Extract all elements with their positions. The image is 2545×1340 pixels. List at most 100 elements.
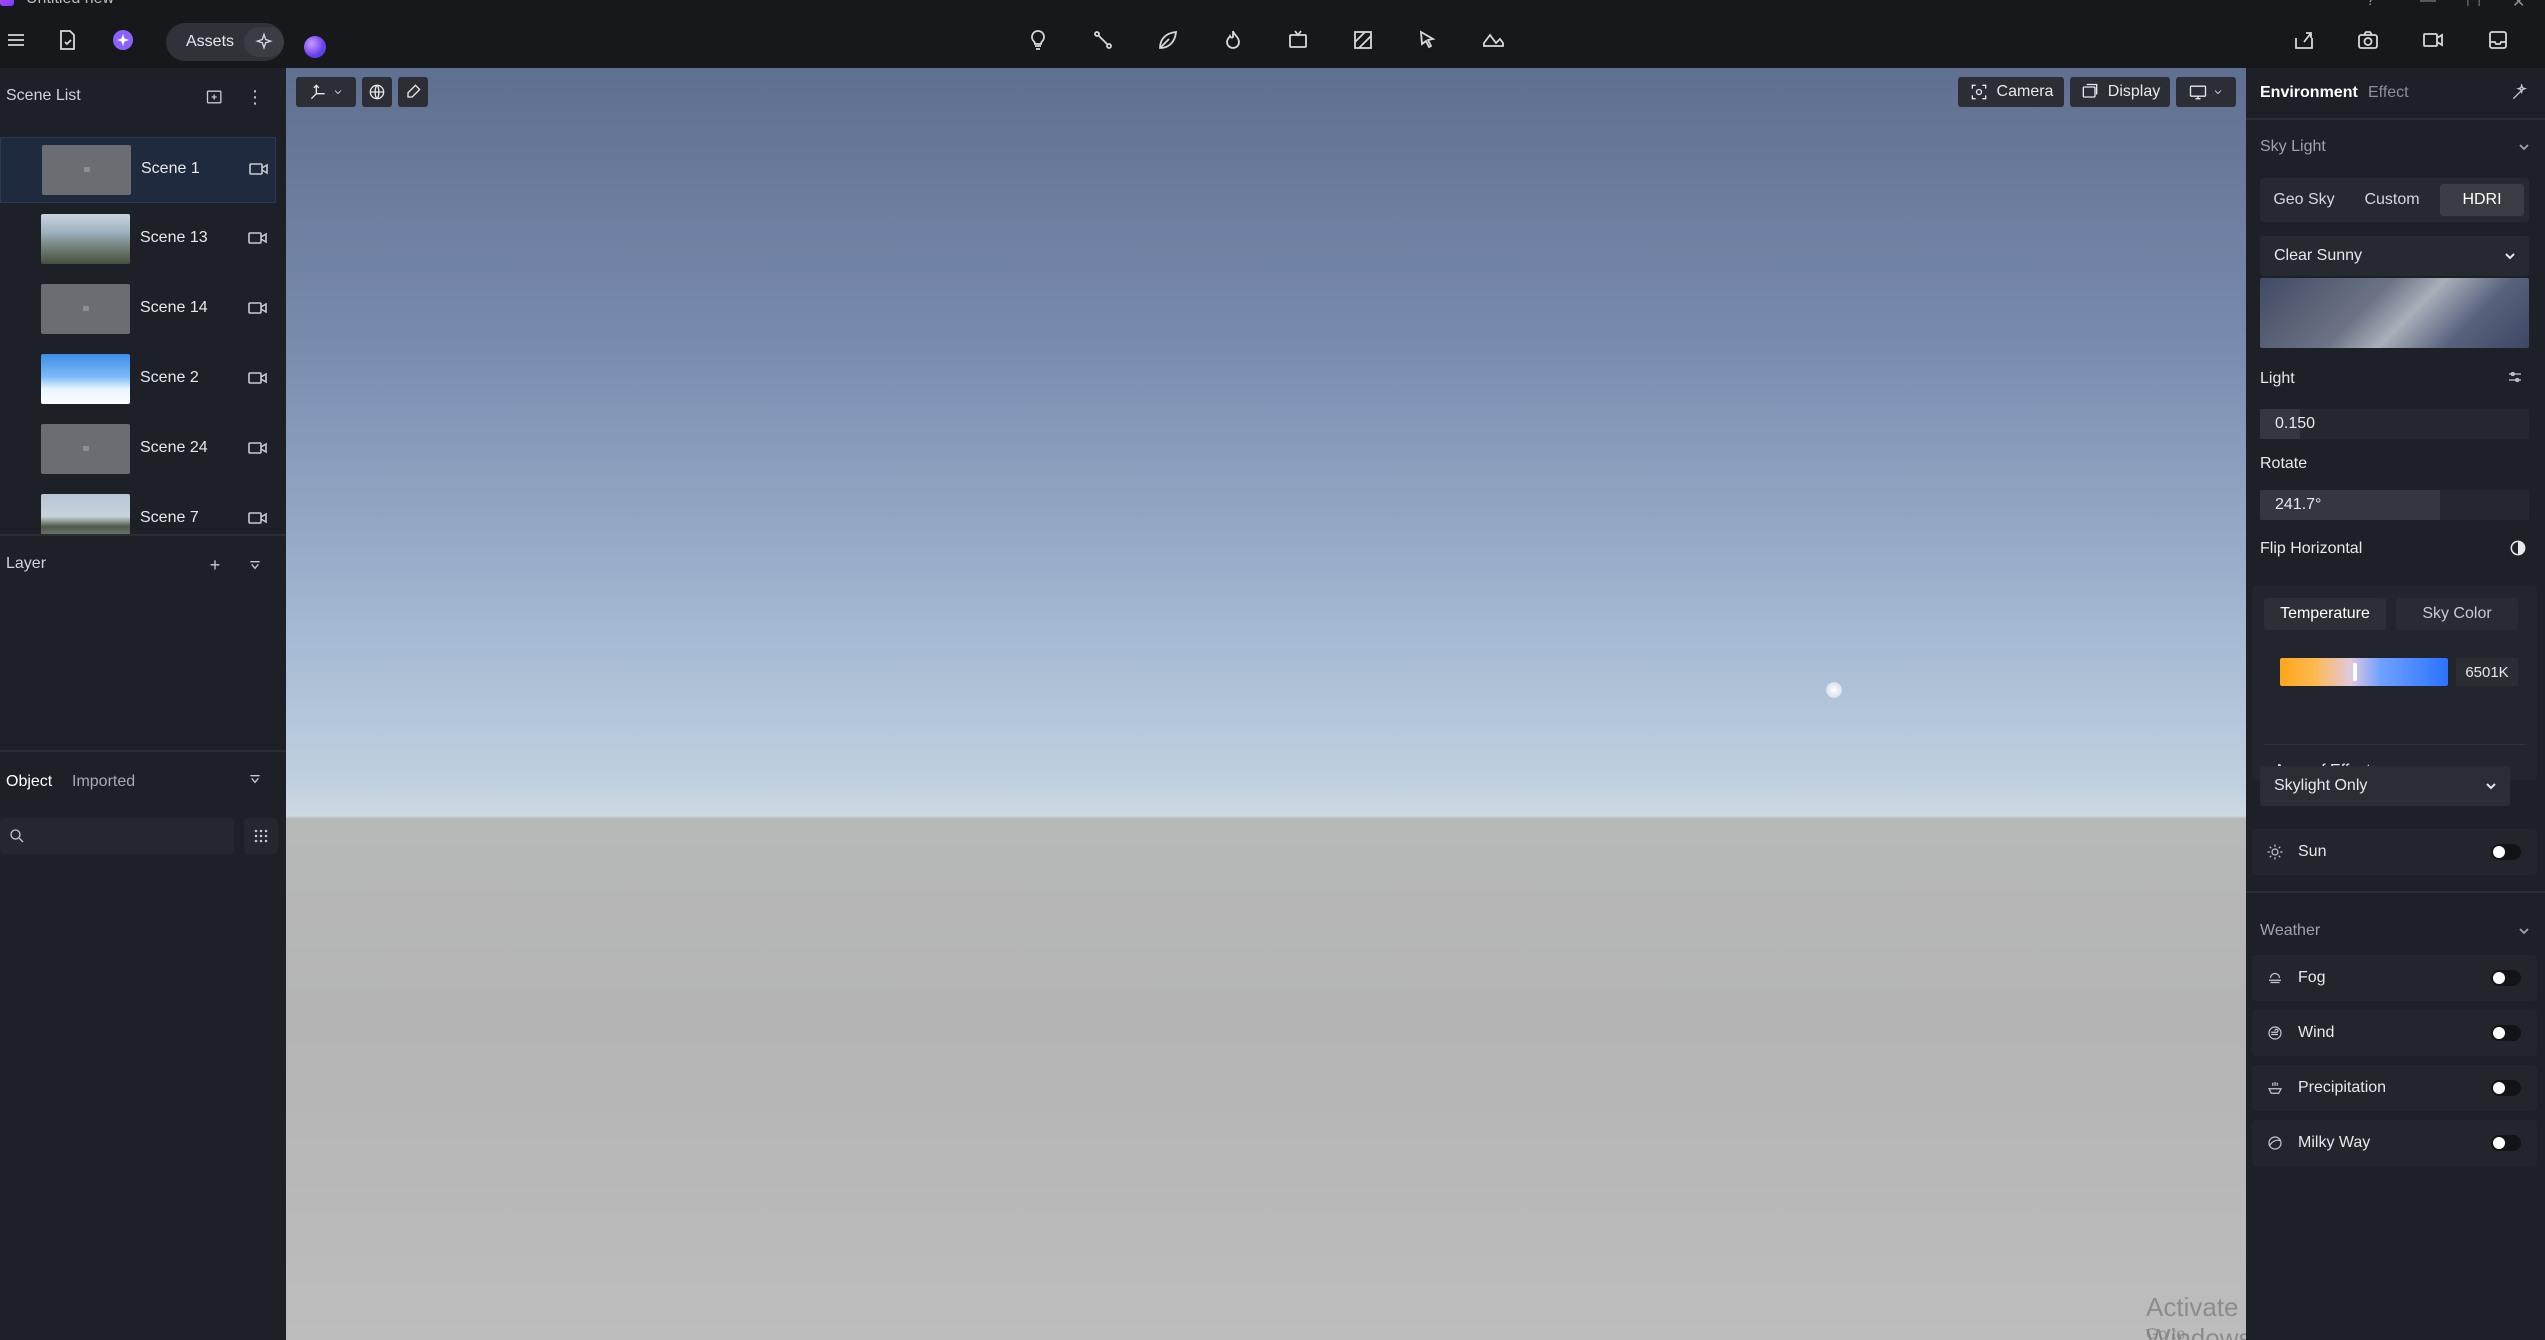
mode-hdri[interactable]: HDRI — [2440, 184, 2524, 216]
activation-watermark-subtext: Go to Settings to activate Windows. — [2146, 1326, 2186, 1340]
eyedropper-button[interactable] — [398, 77, 428, 107]
inbox-icon[interactable] — [2482, 26, 2514, 54]
select-tool-icon[interactable] — [1412, 26, 1444, 54]
assets-button[interactable]: Assets — [166, 23, 284, 61]
layer-title: Layer — [6, 555, 47, 572]
mode-geo-sky[interactable]: Geo Sky — [2264, 184, 2344, 216]
area-of-effect-select[interactable]: Skylight Only — [2260, 766, 2510, 806]
temperature-value[interactable]: 6501K — [2456, 658, 2518, 686]
sun-toggle[interactable] — [2491, 844, 2521, 860]
scene-camera-icon[interactable] — [248, 299, 268, 317]
scene-item[interactable]: Scene 1 — [0, 137, 276, 203]
ai-icon[interactable] — [107, 26, 139, 54]
scene-thumbnail — [41, 494, 130, 534]
display-button[interactable]: Display — [2070, 77, 2170, 107]
camera-button[interactable]: Camera — [1958, 77, 2064, 107]
globe-icon — [369, 84, 385, 100]
sparkle-icon[interactable] — [244, 27, 284, 57]
object-filter-icon[interactable] — [244, 768, 266, 790]
hdri-preset-select[interactable]: Clear Sunny — [2260, 236, 2529, 276]
add-layer-icon[interactable]: + — [204, 554, 226, 576]
sun-icon — [2266, 843, 2284, 861]
search-input[interactable] — [0, 818, 234, 854]
scene-item[interactable]: Scene 14 — [0, 277, 276, 343]
tab-temperature[interactable]: Temperature — [2264, 598, 2386, 630]
scene-list-header: Scene List ⋮ — [0, 76, 286, 116]
tab-effect[interactable]: Effect — [2368, 84, 2409, 102]
sun-row: Sun — [2252, 829, 2537, 875]
fire-icon[interactable] — [1217, 26, 1249, 54]
divider — [2264, 744, 2525, 745]
precipitation-row: Precipitation — [2252, 1065, 2537, 1111]
video-icon[interactable] — [2417, 26, 2449, 54]
scene-list: Scene 1 Scene 13 Scene 14 Scene 2 Scene … — [0, 136, 286, 534]
light-bulb-icon[interactable] — [1022, 26, 1054, 54]
hdri-preview-image[interactable] — [2260, 278, 2529, 348]
vegetation-icon[interactable] — [1152, 26, 1184, 54]
right-panel: Environment Effect Sky Light Geo Sky Cus… — [2246, 68, 2545, 1340]
magic-wand-icon[interactable] — [2510, 82, 2530, 107]
scene-item[interactable]: Scene 7 — [0, 487, 276, 534]
tab-object[interactable]: Object — [6, 773, 52, 791]
view-layout-dropdown[interactable] — [2176, 77, 2236, 107]
path-icon[interactable] — [1087, 26, 1119, 54]
scene-thumbnail — [41, 214, 130, 264]
camera-capture-icon[interactable] — [2352, 26, 2384, 54]
transform-tool-dropdown[interactable] — [296, 77, 356, 107]
chevron-down-icon — [2486, 783, 2496, 790]
rotate-slider[interactable]: 241.7° — [2260, 490, 2529, 520]
3d-viewport[interactable]: Camera Display Activate Windows Go to Se… — [286, 68, 2246, 1340]
fog-toggle[interactable] — [2491, 970, 2521, 986]
display-icon — [2082, 83, 2098, 98]
flip-horizontal-label: Flip Horizontal — [2260, 540, 2363, 557]
tab-environment[interactable]: Environment — [2260, 84, 2358, 102]
monitor-icon — [2189, 85, 2207, 100]
wind-toggle[interactable] — [2491, 1025, 2521, 1041]
adjust-icon[interactable] — [2506, 368, 2524, 391]
file-icon[interactable] — [51, 26, 83, 54]
temperature-gradient-slider[interactable] — [2280, 658, 2448, 686]
sun-glow — [1826, 682, 1842, 698]
chevron-down-icon[interactable] — [2517, 924, 2531, 938]
milky-way-icon — [2266, 1134, 2284, 1152]
tab-sky-color[interactable]: Sky Color — [2396, 598, 2518, 630]
axis-icon — [310, 84, 325, 100]
camera-frame-icon — [1971, 84, 1986, 100]
filter-dropdown-icon[interactable] — [244, 554, 266, 576]
scene-name: Scene 2 — [140, 369, 199, 386]
area-of-effect-value: Skylight Only — [2274, 777, 2368, 794]
material-orb-icon[interactable] — [304, 36, 326, 58]
scene-camera-icon[interactable] — [248, 229, 268, 247]
scene-camera-icon[interactable] — [249, 160, 269, 178]
chevron-down-icon — [2505, 253, 2515, 260]
scene-camera-icon[interactable] — [248, 509, 268, 527]
divider — [2246, 118, 2545, 120]
scene-item[interactable]: Scene 24 — [0, 417, 276, 483]
share-icon[interactable] — [2288, 26, 2320, 54]
world-space-button[interactable] — [362, 77, 392, 107]
terrain-icon[interactable] — [1477, 26, 1509, 54]
hdri-preset-value: Clear Sunny — [2274, 247, 2363, 264]
left-panel: Scene List ⋮ Scene 1 Scene 13 Scene 14 S… — [0, 68, 286, 1340]
scene-camera-icon[interactable] — [248, 439, 268, 457]
flip-contrast-icon[interactable] — [2508, 538, 2528, 563]
scene-item[interactable]: Scene 2 — [0, 347, 276, 413]
precipitation-label: Precipitation — [2298, 1079, 2387, 1096]
temperature-slider-handle[interactable] — [2353, 663, 2357, 681]
section-icon[interactable] — [1347, 26, 1379, 54]
add-scene-icon[interactable] — [204, 86, 226, 108]
light-value: 0.150 — [2275, 415, 2316, 432]
light-slider[interactable]: 0.150 — [2260, 409, 2529, 439]
milky-way-toggle[interactable] — [2491, 1135, 2521, 1151]
grid-view-button[interactable] — [244, 818, 278, 854]
tab-imported[interactable]: Imported — [72, 773, 135, 791]
menu-icon[interactable] — [0, 26, 32, 54]
fog-icon — [2266, 969, 2284, 987]
scene-item[interactable]: Scene 13 — [0, 207, 276, 273]
mode-custom[interactable]: Custom — [2352, 184, 2432, 216]
precipitation-toggle[interactable] — [2491, 1080, 2521, 1096]
more-options-icon[interactable]: ⋮ — [244, 86, 266, 108]
scene-camera-icon[interactable] — [248, 369, 268, 387]
animation-icon[interactable] — [1282, 26, 1314, 54]
chevron-down-icon[interactable] — [2517, 140, 2531, 154]
